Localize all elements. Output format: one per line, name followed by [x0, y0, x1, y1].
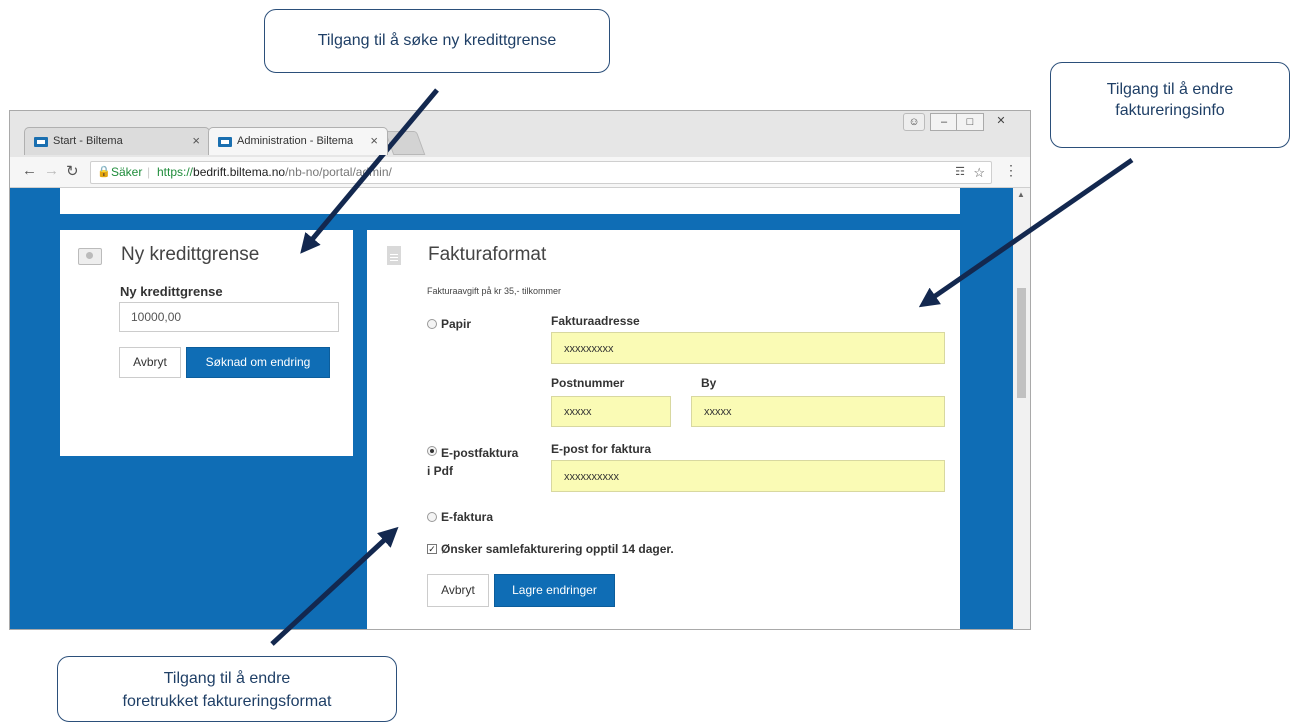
- arrow-to-credit-card: [300, 88, 439, 254]
- biltema-favicon-icon: [218, 137, 232, 147]
- arrow-to-invoice-format: [270, 526, 399, 646]
- tab-close-icon[interactable]: ×: [370, 133, 378, 148]
- annotation-arrows: [270, 88, 1134, 646]
- arrow-to-billing-info: [918, 157, 1134, 308]
- tab-title: Administration - Biltema: [237, 135, 354, 147]
- tab-administration[interactable]: Administration - Biltema ×: [208, 127, 388, 155]
